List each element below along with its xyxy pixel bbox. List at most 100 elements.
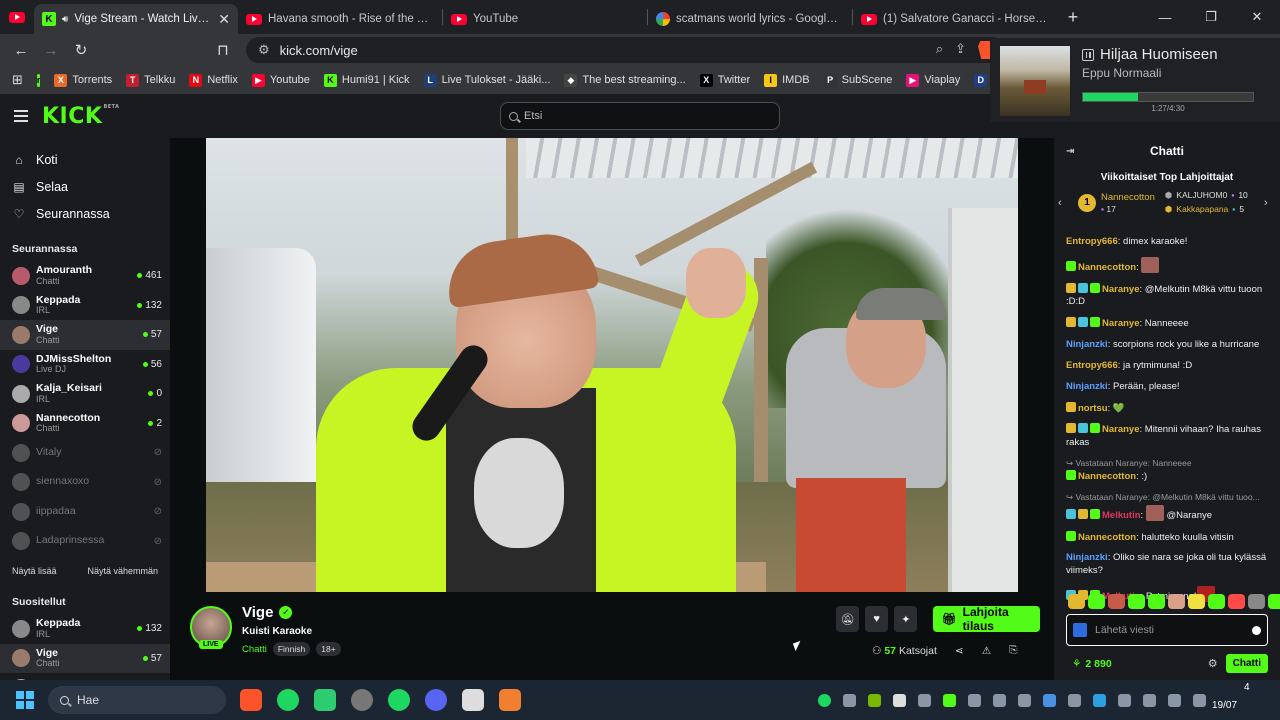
sidebar-channel[interactable]: Ladaprinsessa ⊘ [0,527,170,557]
chat-username[interactable]: Nannecotton [1078,471,1136,482]
smile-icon[interactable] [1252,625,1261,635]
show-more-button[interactable]: Näytä lisää [12,566,57,576]
sidebar-channel[interactable]: Nannecotton Chatti 2 [0,409,170,439]
tag-age[interactable]: 18+ [316,642,341,656]
chat-username[interactable]: Naranye [1102,284,1140,295]
chat-message[interactable]: nortsu: 💚 [1066,401,1268,416]
network-icon[interactable] [1118,693,1131,707]
back-icon[interactable]: ← [8,37,34,63]
sidebar-channel[interactable]: iippadaa ⊘ [0,497,170,527]
follow-button[interactable]: ♥ [865,606,889,632]
emote-icon[interactable] [1168,594,1185,609]
bookmark-item[interactable]: K Humi91 | Kick [323,73,410,87]
channel-points[interactable]: ⚘ 2 890 [1072,658,1112,670]
tray-icon[interactable] [843,693,856,707]
browser-tab[interactable]: (1) Salvatore Ganacci - Horse (Officia [853,4,1057,34]
app-icon[interactable] [462,689,484,711]
chat-username[interactable]: Ninjanzki [1066,381,1108,392]
sidebar-channel[interactable]: DJMissShelton Live DJ 56 [0,350,170,380]
tray-icon[interactable] [918,693,931,707]
new-tab-button[interactable]: + [1057,7,1089,28]
bookmark-item[interactable]: ▶ Youtube [251,73,310,87]
tray-icon[interactable] [868,693,881,707]
sidebar-channel[interactable]: EonMCtoiseen4 [0,673,170,680]
tray-icon[interactable] [1018,693,1031,707]
bookmark-item[interactable]: L Live Tulokset - Jääki... [423,73,550,87]
bookmark-item[interactable]: X Twitter [699,73,750,87]
close-tab-icon[interactable]: ✕ [218,11,230,28]
chrome-icon[interactable] [351,689,373,711]
bookmark-item[interactable]: ◆ The best streaming... [564,73,686,87]
tab-search-menu[interactable] [0,0,34,34]
chat-username[interactable]: Naranye [1102,318,1140,329]
chat-username[interactable]: Entropy666 [1066,236,1118,247]
send-chat-button[interactable]: Chatti [1225,654,1268,673]
emote-icon[interactable] [1228,594,1245,609]
sidebar-channel[interactable]: Kalja_Keisari IRL 0 [0,379,170,409]
chat-message[interactable]: Naranye: Mitennii vihaan? Iha rauhas rak… [1066,423,1268,450]
channel-name[interactable]: Vige [242,604,273,621]
tray-icon[interactable] [1093,693,1106,707]
emote-icon[interactable] [1088,594,1105,609]
chat-message[interactable]: Entropy666: ja rytmimuna! :D [1066,360,1268,373]
browser-tab[interactable]: K 🔊︎ Vige Stream - Watch Live on Kick ✕ [34,4,238,34]
sidebar-channel[interactable]: Keppada IRL 132 [0,291,170,321]
pause-icon[interactable] [1082,48,1094,61]
chat-username[interactable]: Ninjanzki [1066,552,1108,563]
chat-username[interactable]: Naranye [1102,424,1140,435]
app-icon[interactable] [314,689,336,711]
chevron-left-icon[interactable]: ‹ [1058,197,1070,209]
zoom-icon[interactable]: ⌕ [936,41,943,59]
menu-icon[interactable] [14,110,28,122]
share-icon[interactable]: ⋖ [955,645,964,657]
bookmark-item[interactable]: I IMDB [764,73,810,87]
bluetooth-icon[interactable] [1043,693,1056,707]
apps-grid-icon[interactable]: ⊞ [12,72,23,88]
taskbar-search[interactable]: Hae [48,686,226,714]
sidebar-channel[interactable]: Vige Chatti 57 [0,320,170,350]
sidebar-channel[interactable]: siennaxoxo ⊘ [0,468,170,498]
stream-category[interactable]: Chatti [242,644,267,655]
chat-input[interactable]: Lähetä viesti [1066,614,1268,646]
emote-icon[interactable] [1208,594,1225,609]
chat-username[interactable]: Melkutin [1102,510,1141,521]
bookmark-item[interactable]: X Torrents [54,73,112,87]
app-icon[interactable] [499,689,521,711]
brave-icon[interactable] [240,689,262,711]
chat-message[interactable]: Entropy666: dimex karaoke! [1066,236,1268,249]
tray-icon[interactable] [968,693,981,707]
bookmark-kick-icon[interactable]: r [36,73,41,87]
emote-icon[interactable] [1108,594,1125,609]
gear-icon[interactable]: ⚙ [1208,657,1218,670]
forward-icon[interactable]: → [38,37,64,63]
bookmark-item[interactable]: ▶ Viaplay [906,73,960,87]
clip-icon[interactable]: ⎘ [1009,644,1017,657]
clock-date[interactable]: 19/07 [1212,700,1237,711]
tray-icon[interactable] [943,693,956,707]
chat-message[interactable]: Nannecotton: [1066,256,1268,275]
chat-username[interactable]: nortsu [1078,403,1108,414]
sidebar-channel[interactable]: Keppada IRL 132 [0,614,170,644]
emote-icon[interactable] [1188,594,1205,609]
discord-icon[interactable] [425,689,447,711]
windows-start-icon[interactable] [16,691,34,709]
chat-username[interactable]: Ninjanzki [1066,339,1108,350]
wifi-icon[interactable] [1193,693,1206,707]
sidebar-channel[interactable]: Amouranth Chatti 461 [0,261,170,291]
chat-username[interactable]: Nannecotton [1078,262,1136,273]
chat-username[interactable]: Entropy666 [1066,360,1118,371]
sidebar-channel[interactable]: Vige Chatti 57 [0,643,170,673]
url-field[interactable]: ⚙ kick.com/vige ⌕ ⇪ [246,37,1006,63]
chat-message[interactable]: Nannecotton: halutteko kuulla vitisin [1066,530,1268,545]
gifter-row[interactable]: ⬢ KALJUHOM0 ▪ 10 [1165,189,1248,203]
volume-icon[interactable] [1168,693,1181,707]
show-less-button[interactable]: Näytä vähemmän [87,566,158,576]
search-input[interactable]: Etsi [500,102,780,130]
close-window-icon[interactable]: ✕ [1234,9,1280,25]
chevron-right-icon[interactable]: › [1264,197,1276,209]
spotify-icon[interactable] [388,689,410,711]
browser-tab[interactable]: YouTube [443,4,647,34]
tag-language[interactable]: Finnish [272,642,311,656]
bookmark-item[interactable]: N Netflix [189,73,238,87]
chat-message[interactable]: ↪ Vastataan Naranye: @Melkutin M8kä vitt… [1066,492,1268,522]
